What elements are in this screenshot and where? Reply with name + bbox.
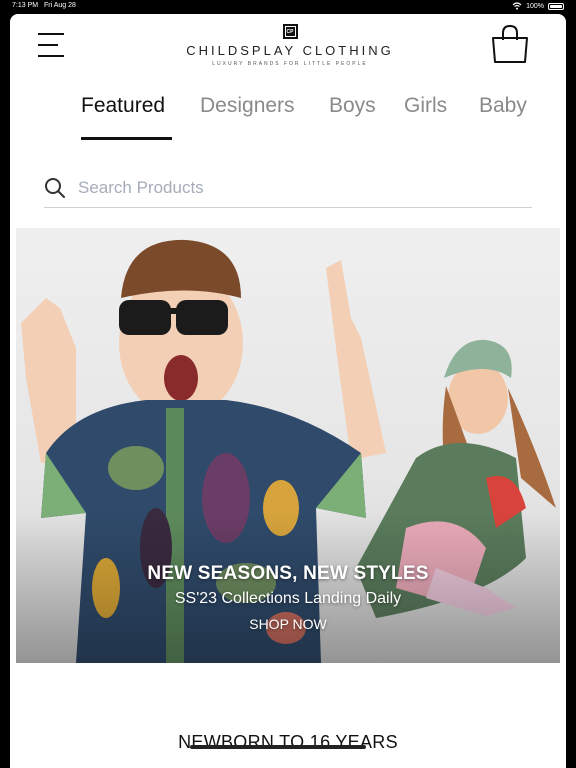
- search-input[interactable]: [78, 174, 518, 202]
- status-time: 7:13 PM: [12, 2, 39, 9]
- search-bar: [44, 174, 532, 208]
- shop-now-link[interactable]: SHOP NOW: [16, 616, 560, 632]
- hero-banner[interactable]: NEW SEASONS, NEW STYLES SS'23 Collection…: [16, 228, 560, 663]
- brand-name: CHILDSPLAY CLOTHING: [186, 43, 394, 58]
- battery-percent: 100%: [526, 2, 544, 10]
- active-tab-indicator: [81, 137, 172, 140]
- wifi-icon: [512, 2, 522, 10]
- hero-title: NEW SEASONS, NEW STYLES: [147, 563, 429, 584]
- status-date: Fri Aug 28: [44, 2, 76, 9]
- hamburger-menu-icon[interactable]: [38, 32, 66, 57]
- brand-tagline: LUXURY BRANDS FOR LITTLE PEOPLE: [212, 61, 368, 67]
- status-indicators: 100%: [512, 2, 564, 10]
- tab-boys[interactable]: Boys: [329, 94, 376, 118]
- hero-subtitle: SS'23 Collections Landing Daily: [174, 590, 402, 607]
- tab-girls[interactable]: Girls: [404, 94, 447, 118]
- battery-icon: [548, 2, 564, 10]
- tab-baby[interactable]: Baby: [479, 94, 527, 118]
- tab-featured[interactable]: Featured: [81, 94, 165, 118]
- status-bar: 7:13 PM Fri Aug 28 100%: [0, 0, 576, 13]
- logo-mark: CP: [282, 24, 298, 39]
- tab-designers[interactable]: Designers: [200, 94, 295, 118]
- age-range-heading: NEWBORN TO 16 YEARS: [178, 732, 398, 752]
- search-icon[interactable]: [44, 177, 66, 199]
- brand-logo[interactable]: CP CHILDSPLAY CLOTHING LUXURY BRANDS FOR…: [180, 24, 400, 67]
- hero-overlay: [16, 513, 560, 663]
- category-tabs: Featured Designers Boys Girls Baby: [10, 92, 566, 142]
- shopping-bag-icon[interactable]: [491, 24, 529, 64]
- home-indicator[interactable]: [190, 745, 366, 749]
- app-screen: CP CHILDSPLAY CLOTHING LUXURY BRANDS FOR…: [10, 14, 566, 768]
